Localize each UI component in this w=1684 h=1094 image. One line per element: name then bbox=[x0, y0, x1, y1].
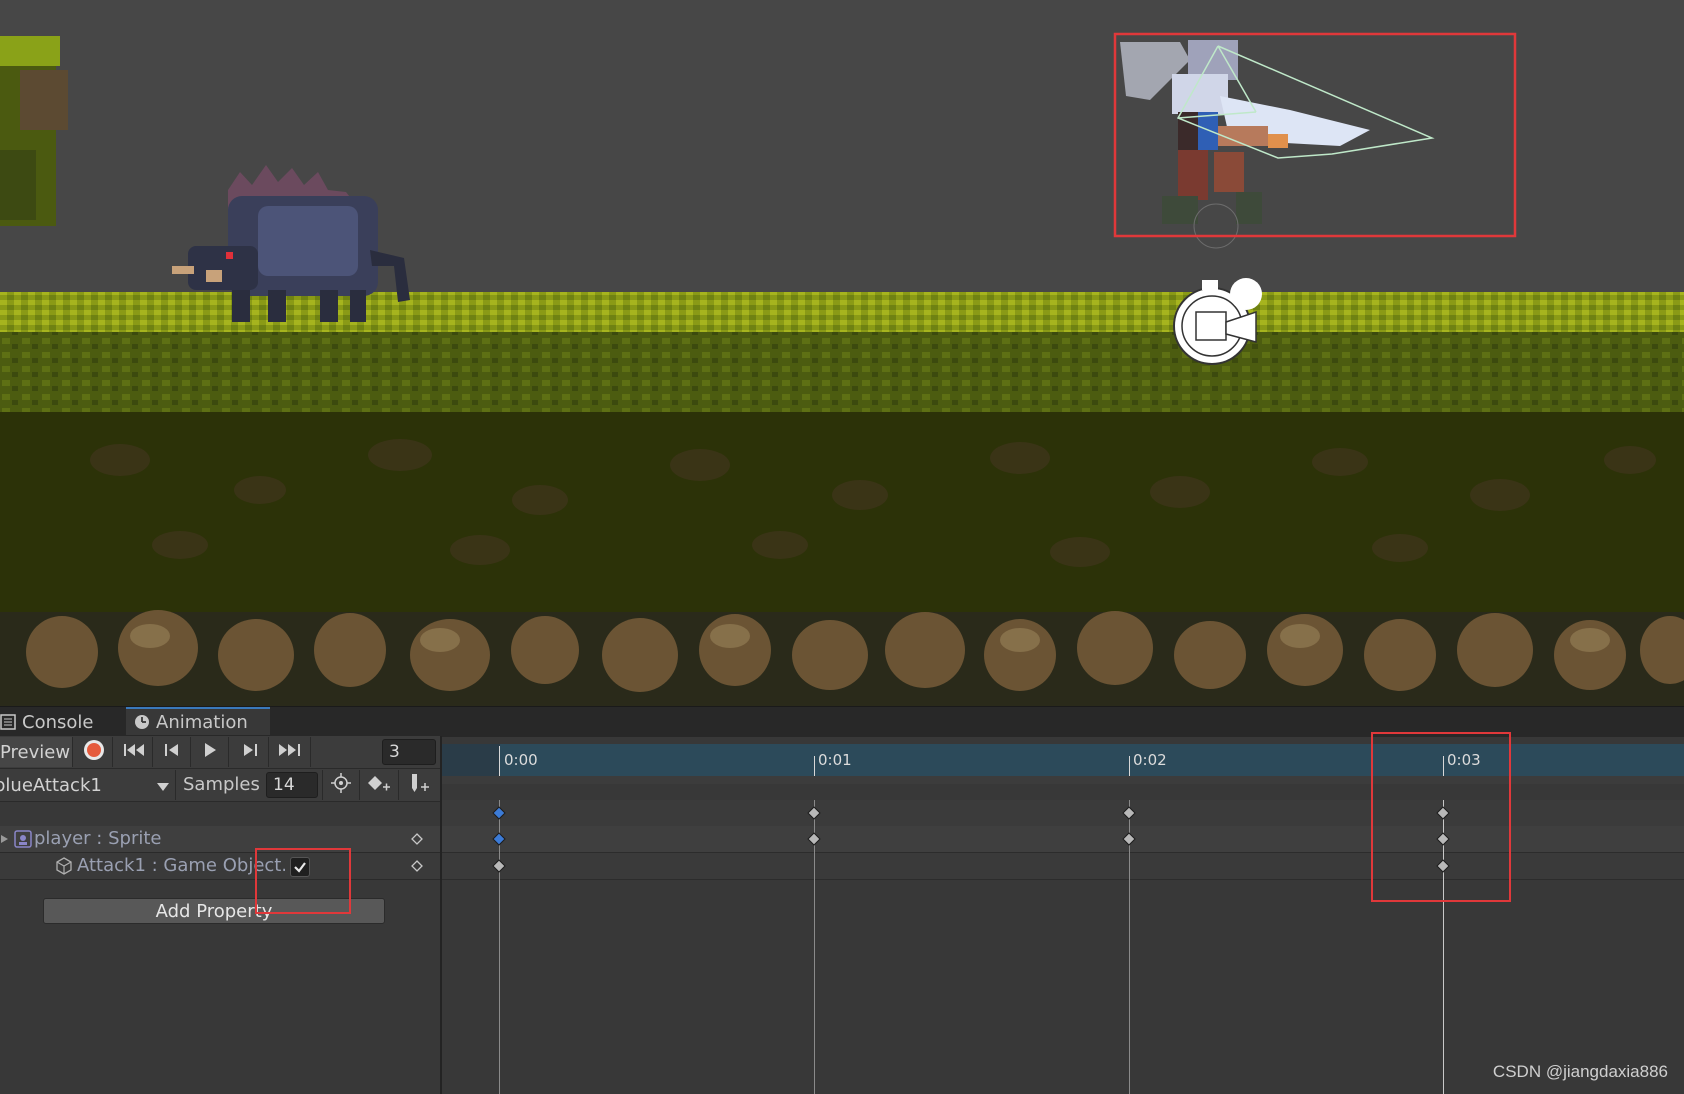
add-event-button[interactable] bbox=[400, 770, 438, 800]
chevron-down-icon bbox=[157, 775, 169, 796]
skip-to-start-icon bbox=[123, 742, 145, 763]
ruler-start-shade bbox=[442, 744, 500, 776]
tab-console[interactable]: Console bbox=[0, 709, 124, 737]
keyframe[interactable] bbox=[492, 859, 506, 873]
crosshair-icon bbox=[331, 772, 351, 798]
add-event-icon bbox=[408, 773, 430, 798]
record-icon bbox=[83, 739, 105, 766]
tick-mark bbox=[814, 756, 815, 776]
frame-highlight-box bbox=[1371, 732, 1511, 902]
add-keyframe-button[interactable] bbox=[360, 770, 399, 800]
keyframe[interactable] bbox=[492, 806, 506, 820]
clock-icon bbox=[134, 711, 150, 729]
tick-label-0: 0:00 bbox=[504, 751, 538, 769]
keyframe[interactable] bbox=[807, 832, 821, 846]
samples-label: Samples bbox=[183, 774, 260, 795]
property-pane: Preview 3 blueAttack1 Samples 14 player … bbox=[0, 736, 442, 1094]
row-divider bbox=[0, 879, 440, 880]
tick-label-2: 0:02 bbox=[1133, 751, 1167, 769]
last-key-button[interactable] bbox=[270, 737, 311, 767]
clip-name: blueAttack1 bbox=[0, 774, 102, 796]
keyframe-diamond-icon[interactable] bbox=[410, 853, 424, 887]
preview-button[interactable]: Preview bbox=[0, 737, 73, 767]
property-row-attack1[interactable]: Attack1 : Game Object.Is bbox=[0, 853, 440, 879]
clip-toolbar: blueAttack1 Samples 14 bbox=[0, 769, 440, 802]
timeline-panel[interactable]: 0:00 0:01 0:02 0:03 bbox=[442, 732, 1684, 1094]
property-label-attack1: Attack1 : Game Object.Is bbox=[77, 855, 285, 876]
property-row-player-sprite[interactable]: player : Sprite bbox=[0, 826, 440, 852]
keyframe[interactable] bbox=[1122, 832, 1136, 846]
keyframe[interactable] bbox=[807, 806, 821, 820]
tick-mark bbox=[499, 746, 500, 776]
scene-view[interactable] bbox=[0, 0, 1684, 706]
watermark: CSDN @jiangdaxia886 bbox=[1492, 1062, 1668, 1081]
console-icon bbox=[0, 711, 16, 730]
clip-dropdown[interactable]: blueAttack1 bbox=[0, 770, 176, 800]
tab-animation[interactable]: Animation bbox=[126, 707, 270, 735]
add-keyframe-icon bbox=[367, 774, 391, 797]
tick-label-1: 0:01 bbox=[818, 751, 852, 769]
record-button[interactable] bbox=[76, 737, 113, 767]
tab-animation-label: Animation bbox=[156, 712, 248, 733]
next-frame-icon bbox=[241, 742, 259, 763]
preview-label: Preview bbox=[0, 741, 71, 763]
frame-field[interactable]: 3 bbox=[382, 739, 436, 765]
playback-toolbar: Preview 3 bbox=[0, 736, 440, 769]
first-key-button[interactable] bbox=[116, 737, 153, 767]
checkbox-highlight-box bbox=[255, 848, 351, 914]
play-icon bbox=[202, 742, 218, 763]
prev-frame-icon bbox=[163, 742, 181, 763]
samples-field[interactable]: 14 bbox=[266, 772, 318, 798]
property-label-player-sprite: player : Sprite bbox=[34, 828, 162, 849]
scene-canvas[interactable] bbox=[0, 0, 1684, 706]
tab-console-label: Console bbox=[22, 712, 94, 733]
prev-key-button[interactable] bbox=[154, 737, 191, 767]
keyframe[interactable] bbox=[492, 832, 506, 846]
tick-mark bbox=[1129, 756, 1130, 776]
animation-window: Console Animation Preview 3 blueAttack1 … bbox=[0, 706, 1684, 1094]
next-key-button[interactable] bbox=[232, 737, 269, 767]
keyframe[interactable] bbox=[1122, 806, 1136, 820]
skip-to-end-icon bbox=[278, 742, 302, 763]
filter-selection-button[interactable] bbox=[322, 770, 360, 800]
play-button[interactable] bbox=[192, 737, 229, 767]
